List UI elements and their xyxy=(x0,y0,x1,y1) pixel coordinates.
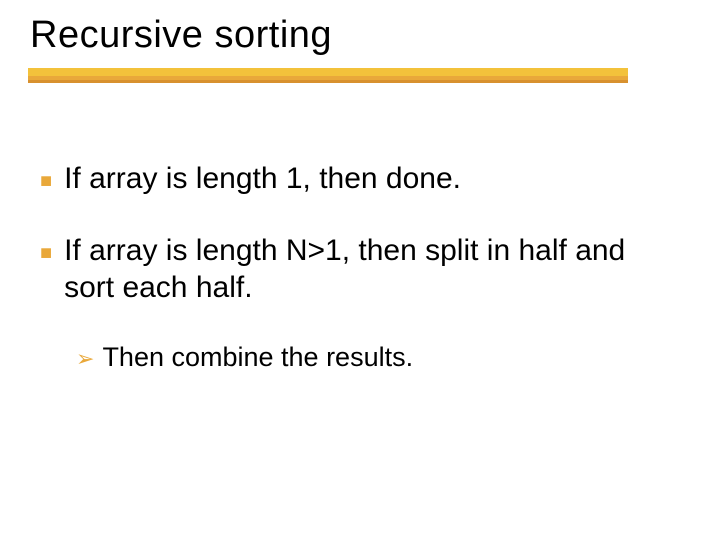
bullet-text: If array is length N>1, then split in ha… xyxy=(64,232,680,307)
title-underline xyxy=(28,68,628,88)
sub-bullet-text: Then combine the results. xyxy=(102,341,413,375)
square-bullet-icon: ■ xyxy=(40,241,52,266)
slide: Recursive sorting ■ If array is length 1… xyxy=(0,0,720,540)
slide-content: ■ If array is length 1, then done. ■ If … xyxy=(40,160,680,374)
bullet-item: ■ If array is length 1, then done. xyxy=(40,160,680,198)
square-bullet-icon: ■ xyxy=(40,169,52,194)
bullet-text: If array is length 1, then done. xyxy=(64,160,680,198)
arrow-bullet-icon: ➢ xyxy=(76,345,94,373)
sub-bullet-item: ➢ Then combine the results. xyxy=(76,341,680,375)
slide-title: Recursive sorting xyxy=(30,14,332,57)
bullet-item: ■ If array is length N>1, then split in … xyxy=(40,232,680,307)
